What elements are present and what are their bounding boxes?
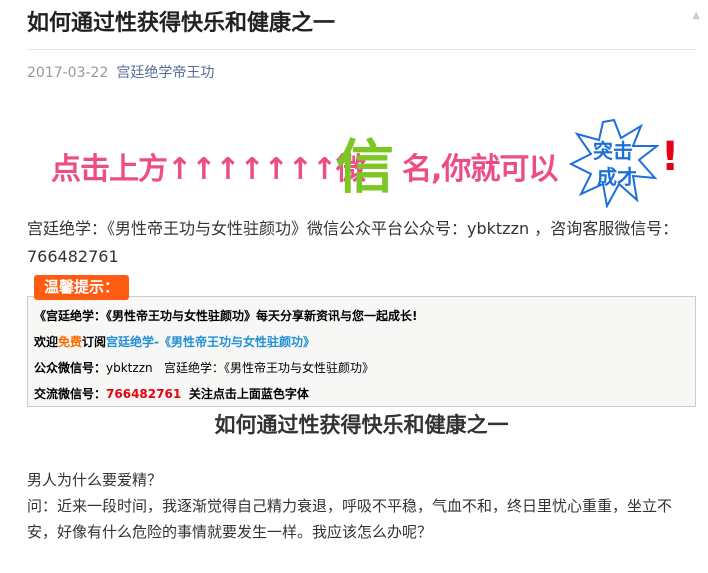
banner-text-big: 信 xyxy=(336,133,395,201)
page-title: 如何通过性获得快乐和健康之一 xyxy=(27,11,336,36)
article-container: 如何通过性获得快乐和健康之一 2017-03-22 宫廷绝学帝王功 点击上方↑↑↑… xyxy=(27,0,696,545)
follow-hint: 关注点击上面蓝色字体 xyxy=(188,387,309,401)
official-account-id: ybktzzn xyxy=(106,361,153,375)
notice-tag: 温馨提示： xyxy=(34,275,130,300)
follow-banner-image: 点击上方↑↑↑↑↑↑↑微 信 名,你就可以 突击 成才 ! xyxy=(27,118,696,212)
banner-arrows: ↑↑↑↑↑↑↑ xyxy=(167,152,337,187)
banner-text-right: 名,你就可以 xyxy=(402,152,558,187)
article-heading: 如何通过性获得快乐和健康之一 xyxy=(214,413,509,437)
badge-text-top: 突击 xyxy=(593,139,633,163)
title-divider xyxy=(27,49,696,50)
burst-badge-icon: 突击 成才 xyxy=(569,118,659,208)
banner-exclamation: ! xyxy=(661,134,680,180)
intro-paragraph: 宫廷绝学：《男性帝王功与女性驻颜功》微信公众平台公众号：ybktzzn ，咨询客… xyxy=(27,219,679,266)
notice-line-2: 欢迎免费订阅宫廷绝学-《男性帝王功与女性驻颜功》 xyxy=(34,335,316,349)
notice-line-1: 《宫廷绝学：《男性帝王功与女性驻颜功》每天分享新资讯与您一起成长! xyxy=(34,309,418,323)
contact-wechat-id: 766482761 xyxy=(106,387,182,401)
article-meta: 2017-03-22 宫廷绝学帝王功 xyxy=(27,64,696,82)
banner-text-left: 点击上方↑↑↑↑↑↑↑微 xyxy=(51,152,366,187)
body-paragraph-2: 问：近来一段时间，我逐渐觉得自己精力衰退，呼吸不平稳，气血不和，终日里忧心重重，… xyxy=(27,497,673,541)
subscribe-link[interactable]: 宫廷绝学-《男性帝王功与女性驻颜功》 xyxy=(106,335,315,349)
author-link[interactable]: 宫廷绝学帝王功 xyxy=(116,65,214,81)
body-paragraph-1: 男人为什么要爱精？ xyxy=(27,471,163,489)
official-account-name: 宫廷绝学：《男性帝王功与女性驻颜功》 xyxy=(164,361,375,375)
publish-date: 2017-03-22 xyxy=(27,65,109,81)
notice-free: 免费 xyxy=(58,335,83,349)
notice-line-4: 交流微信号：766482761 关注点击上面蓝色字体 xyxy=(34,387,309,401)
article-body: 男人为什么要爱精？ 问：近来一段时间，我逐渐觉得自己精力衰退，呼吸不平稳，气血不… xyxy=(27,467,696,545)
notice-box: 《宫廷绝学：《男性帝王功与女性驻颜功》每天分享新资讯与您一起成长! 欢迎免费订阅… xyxy=(27,296,696,407)
notice-line-3: 公众微信号：ybktzzn 宫廷绝学：《男性帝王功与女性驻颜功》 xyxy=(34,361,375,375)
badge-text-bottom: 成才 xyxy=(597,165,637,189)
